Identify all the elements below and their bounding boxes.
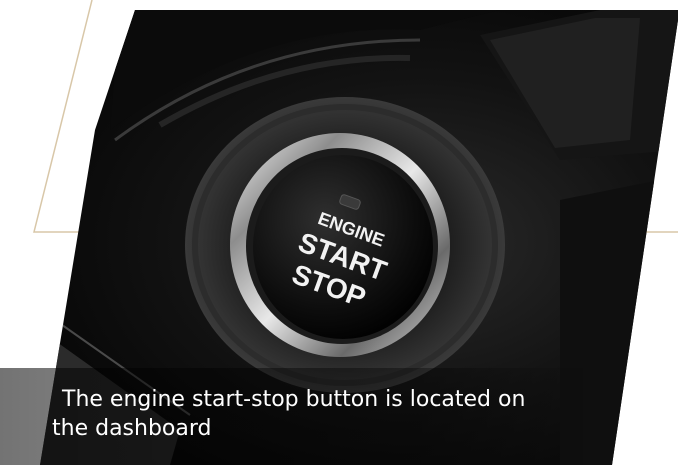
caption-line-2: the dashboard — [52, 416, 212, 441]
caption-line-1: The engine start-stop button is located … — [62, 387, 526, 412]
slide: ENGINE START STOP The engine start-stop … — [0, 0, 678, 465]
caption: The engine start-stop button is located … — [52, 385, 572, 443]
